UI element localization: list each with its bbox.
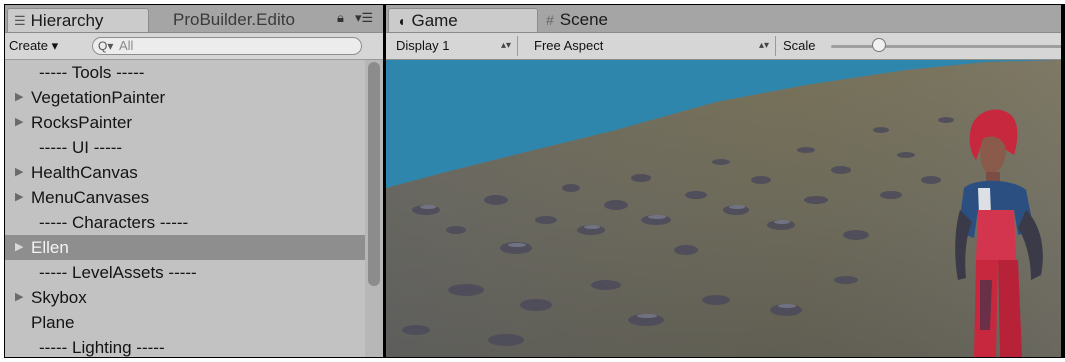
- aspect-dropdown-value: Free Aspect: [534, 38, 604, 53]
- expand-arrow-icon[interactable]: ▶: [15, 110, 23, 135]
- list-item[interactable]: ----- Lighting -----: [5, 335, 365, 357]
- list-item-selected[interactable]: ▶ Ellen: [5, 235, 365, 260]
- game-render: [386, 60, 1061, 357]
- dropdown-arrows-icon: ▴▾: [500, 40, 511, 51]
- list-item-label: Plane: [31, 313, 75, 332]
- game-tabbar: ◖ Game # Scene: [386, 5, 1061, 33]
- scale-slider-track[interactable]: [831, 45, 1061, 48]
- search-placeholder: All: [119, 38, 134, 53]
- list-item[interactable]: ▶ VegetationPainter: [5, 85, 365, 110]
- tab-game-label: Game: [411, 11, 458, 30]
- hierarchy-tabbar: ☰ Hierarchy ProBuilder.Edito 🔒︎ ▾☰: [5, 5, 383, 33]
- grid-hash-icon: #: [546, 12, 554, 28]
- game-panel: ◖ Game # Scene Display 1 ▴▾ Free Aspect ▴▾…: [386, 5, 1061, 357]
- list-item[interactable]: ----- Characters -----: [5, 210, 365, 235]
- list-item[interactable]: ▶ Skybox: [5, 285, 365, 310]
- hierarchy-panel: ☰ Hierarchy ProBuilder.Edito 🔒︎ ▾☰ Create…: [5, 5, 383, 357]
- list-item[interactable]: ----- UI -----: [5, 135, 365, 160]
- list-item[interactable]: ----- LevelAssets -----: [5, 260, 365, 285]
- list-item-label: RocksPainter: [31, 113, 133, 132]
- scale-label: Scale: [783, 38, 816, 53]
- display-dropdown[interactable]: Display 1 ▴▾: [396, 36, 518, 56]
- list-item-label: MenuCanvases: [31, 188, 150, 207]
- list-item[interactable]: ▶ MenuCanvases: [5, 185, 365, 210]
- tab-hierarchy-label: Hierarchy: [30, 11, 104, 30]
- lock-icon[interactable]: 🔒︎: [337, 10, 344, 26]
- create-dropdown-button[interactable]: Create ▾: [9, 37, 58, 55]
- dropdown-arrows-icon: ▴▾: [758, 40, 769, 51]
- expand-arrow-icon[interactable]: ▶: [15, 285, 23, 310]
- list-item[interactable]: ----- Tools -----: [5, 60, 365, 85]
- aspect-dropdown[interactable]: Free Aspect ▴▾: [534, 36, 776, 56]
- search-icon[interactable]: Q▾: [98, 38, 113, 54]
- game-toolbar: Display 1 ▴▾ Free Aspect ▴▾ Scale: [386, 33, 1061, 60]
- list-item-label: VegetationPainter: [31, 88, 166, 107]
- tab-hierarchy[interactable]: ☰ Hierarchy: [7, 8, 149, 32]
- hierarchy-list: ----- Tools ----- ▶ VegetationPainter ▶ Ro…: [5, 60, 365, 357]
- tab-scene[interactable]: # Scene: [538, 8, 688, 32]
- hierarchy-toolbar: Create ▾ Q▾ All: [5, 33, 383, 60]
- hierarchy-scrollbar[interactable]: [365, 60, 383, 357]
- expand-arrow-icon[interactable]: ▶: [15, 85, 23, 110]
- panel-menu-icon[interactable]: ▾☰: [355, 10, 373, 26]
- list-icon: ☰: [14, 13, 26, 28]
- search-input[interactable]: Q▾ All: [92, 37, 362, 55]
- list-item-label: ----- Characters -----: [39, 213, 189, 232]
- game-viewport[interactable]: [386, 60, 1061, 357]
- list-item[interactable]: ▶ HealthCanvas: [5, 160, 365, 185]
- tab-probuilder-editor[interactable]: ProBuilder.Edito: [173, 8, 333, 32]
- scrollbar-thumb[interactable]: [368, 62, 380, 286]
- tab-probuilder-label: ProBuilder.Edito: [173, 10, 295, 29]
- scale-slider-handle[interactable]: [872, 38, 886, 52]
- expand-arrow-icon[interactable]: ▶: [15, 160, 23, 185]
- expand-arrow-icon[interactable]: ▶: [15, 185, 23, 210]
- list-item[interactable]: ▶ RocksPainter: [5, 110, 365, 135]
- expand-arrow-icon[interactable]: ▶: [15, 235, 23, 260]
- tab-game[interactable]: ◖ Game: [388, 8, 538, 32]
- tab-scene-label: Scene: [559, 10, 608, 29]
- list-item-label: ----- LevelAssets -----: [39, 263, 197, 282]
- list-item-label: ----- Lighting -----: [39, 338, 165, 357]
- list-item-label: Skybox: [31, 288, 87, 307]
- list-item[interactable]: Plane: [5, 310, 365, 335]
- list-item-label: ----- Tools -----: [39, 63, 145, 82]
- list-item-label: ----- UI -----: [39, 138, 123, 157]
- game-controller-icon: ◖: [397, 13, 406, 29]
- display-dropdown-value: Display 1: [396, 38, 450, 53]
- list-item-label: Ellen: [31, 238, 69, 257]
- list-item-label: HealthCanvas: [31, 163, 138, 182]
